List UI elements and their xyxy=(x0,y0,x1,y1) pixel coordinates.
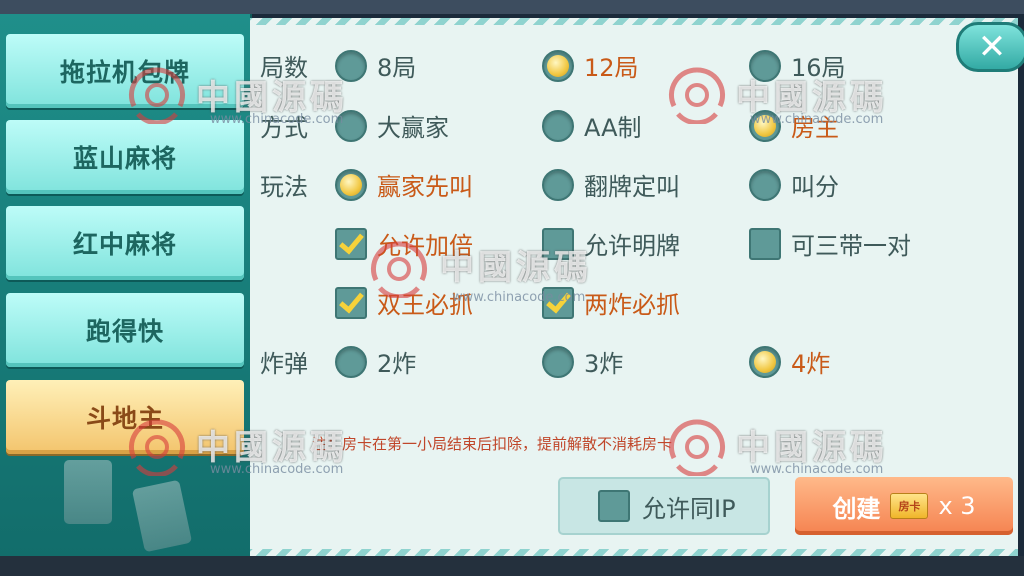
checkbox-double-joker-must-bid[interactable]: 双王必抓 xyxy=(335,285,473,320)
option-label: 叫分 xyxy=(791,173,839,201)
bomb-option-3[interactable]: 3炸 xyxy=(542,344,623,379)
room-card-cost: x 3 xyxy=(938,492,976,520)
radio-icon xyxy=(542,345,574,378)
rounds-option-8[interactable]: 8局 xyxy=(335,48,416,83)
play-option-flip-card[interactable]: 翻牌定叫 xyxy=(542,167,680,202)
option-label: 房主 xyxy=(791,114,839,142)
option-label: 12局 xyxy=(584,54,639,82)
close-button[interactable]: ✕ xyxy=(956,22,1024,72)
mode-option-big-winner[interactable]: 大赢家 xyxy=(335,108,449,143)
radio-selected-icon xyxy=(335,168,367,201)
rounds-label: 局数 xyxy=(260,54,308,82)
mahjong-tile-decoration xyxy=(131,479,193,553)
bottom-strip xyxy=(0,556,1024,576)
checkbox-label: 允许加倍 xyxy=(377,232,473,260)
game-tab-hongzhong-mahjong[interactable]: 红中麻将 xyxy=(6,206,244,280)
checkbox-icon xyxy=(749,227,781,260)
radio-icon xyxy=(335,109,367,142)
game-sidebar: 拖拉机包牌 蓝山麻将 红中麻将 跑得快 斗地主 xyxy=(0,14,252,556)
create-label: 创建 xyxy=(832,494,881,523)
stripe-border-top xyxy=(250,18,1018,25)
mode-option-aa[interactable]: AA制 xyxy=(542,108,642,143)
checkbox-icon xyxy=(542,227,574,260)
bomb-label: 炸弹 xyxy=(260,350,308,378)
option-label: 3炸 xyxy=(584,350,624,378)
radio-icon xyxy=(749,168,781,201)
play-option-bid-score[interactable]: 叫分 xyxy=(749,167,839,202)
rounds-option-12[interactable]: 12局 xyxy=(542,48,639,83)
option-label: 大赢家 xyxy=(377,114,449,142)
play-label: 玩法 xyxy=(260,173,308,201)
option-label: 4炸 xyxy=(791,350,831,378)
rounds-option-16[interactable]: 16局 xyxy=(749,48,846,83)
option-label: 16局 xyxy=(791,54,846,82)
allow-same-ip-button[interactable]: 允许同IP xyxy=(558,477,770,535)
bomb-option-4[interactable]: 4炸 xyxy=(749,344,830,379)
top-status-strip xyxy=(0,0,1024,14)
checkbox-icon xyxy=(598,490,630,522)
option-label: 翻牌定叫 xyxy=(584,173,680,201)
checkbox-checked-icon xyxy=(335,286,367,319)
radio-icon xyxy=(335,345,367,378)
option-label: 8局 xyxy=(377,54,417,82)
radio-selected-icon xyxy=(542,49,574,82)
radio-icon xyxy=(542,109,574,142)
checkbox-checked-icon xyxy=(542,286,574,319)
game-tab-lanshan-mahjong[interactable]: 蓝山麻将 xyxy=(6,120,244,194)
radio-icon xyxy=(749,49,781,82)
room-card-icon: 房卡 xyxy=(890,493,929,519)
mahjong-tile-decoration xyxy=(64,460,112,524)
radio-selected-icon xyxy=(749,345,781,378)
checkbox-label: 双王必抓 xyxy=(377,291,473,319)
checkbox-three-with-pair[interactable]: 可三带一对 xyxy=(749,226,911,261)
option-label: 2炸 xyxy=(377,350,417,378)
allow-same-ip-label: 允许同IP xyxy=(642,494,736,523)
game-tab-doudizhu[interactable]: 斗地主 xyxy=(6,380,244,454)
option-label: AA制 xyxy=(584,114,642,142)
checkbox-allow-show-cards[interactable]: 允许明牌 xyxy=(542,226,680,261)
option-label: 赢家先叫 xyxy=(377,173,473,201)
room-card-note: 注：房卡在第一小局结束后扣除，提前解散不消耗房卡 xyxy=(312,435,673,453)
radio-selected-icon xyxy=(749,109,781,142)
checkbox-label: 允许明牌 xyxy=(584,232,680,260)
radio-icon xyxy=(335,49,367,82)
checkbox-two-bombs-must-bid[interactable]: 两炸必抓 xyxy=(542,285,680,320)
bomb-option-2[interactable]: 2炸 xyxy=(335,344,416,379)
checkbox-allow-double[interactable]: 允许加倍 xyxy=(335,226,473,261)
checkbox-label: 两炸必抓 xyxy=(584,291,680,319)
play-option-winner-first[interactable]: 赢家先叫 xyxy=(335,167,473,202)
mode-label: 方式 xyxy=(260,114,308,142)
game-tab-paodekuai[interactable]: 跑得快 xyxy=(6,293,244,367)
create-room-button[interactable]: 创建 房卡 x 3 xyxy=(795,477,1013,535)
checkbox-label: 可三带一对 xyxy=(791,232,911,260)
checkbox-checked-icon xyxy=(335,227,367,260)
game-tab-tractor[interactable]: 拖拉机包牌 xyxy=(6,34,244,108)
mode-option-host[interactable]: 房主 xyxy=(749,108,839,143)
radio-icon xyxy=(542,168,574,201)
stripe-border-bottom xyxy=(250,549,1018,556)
